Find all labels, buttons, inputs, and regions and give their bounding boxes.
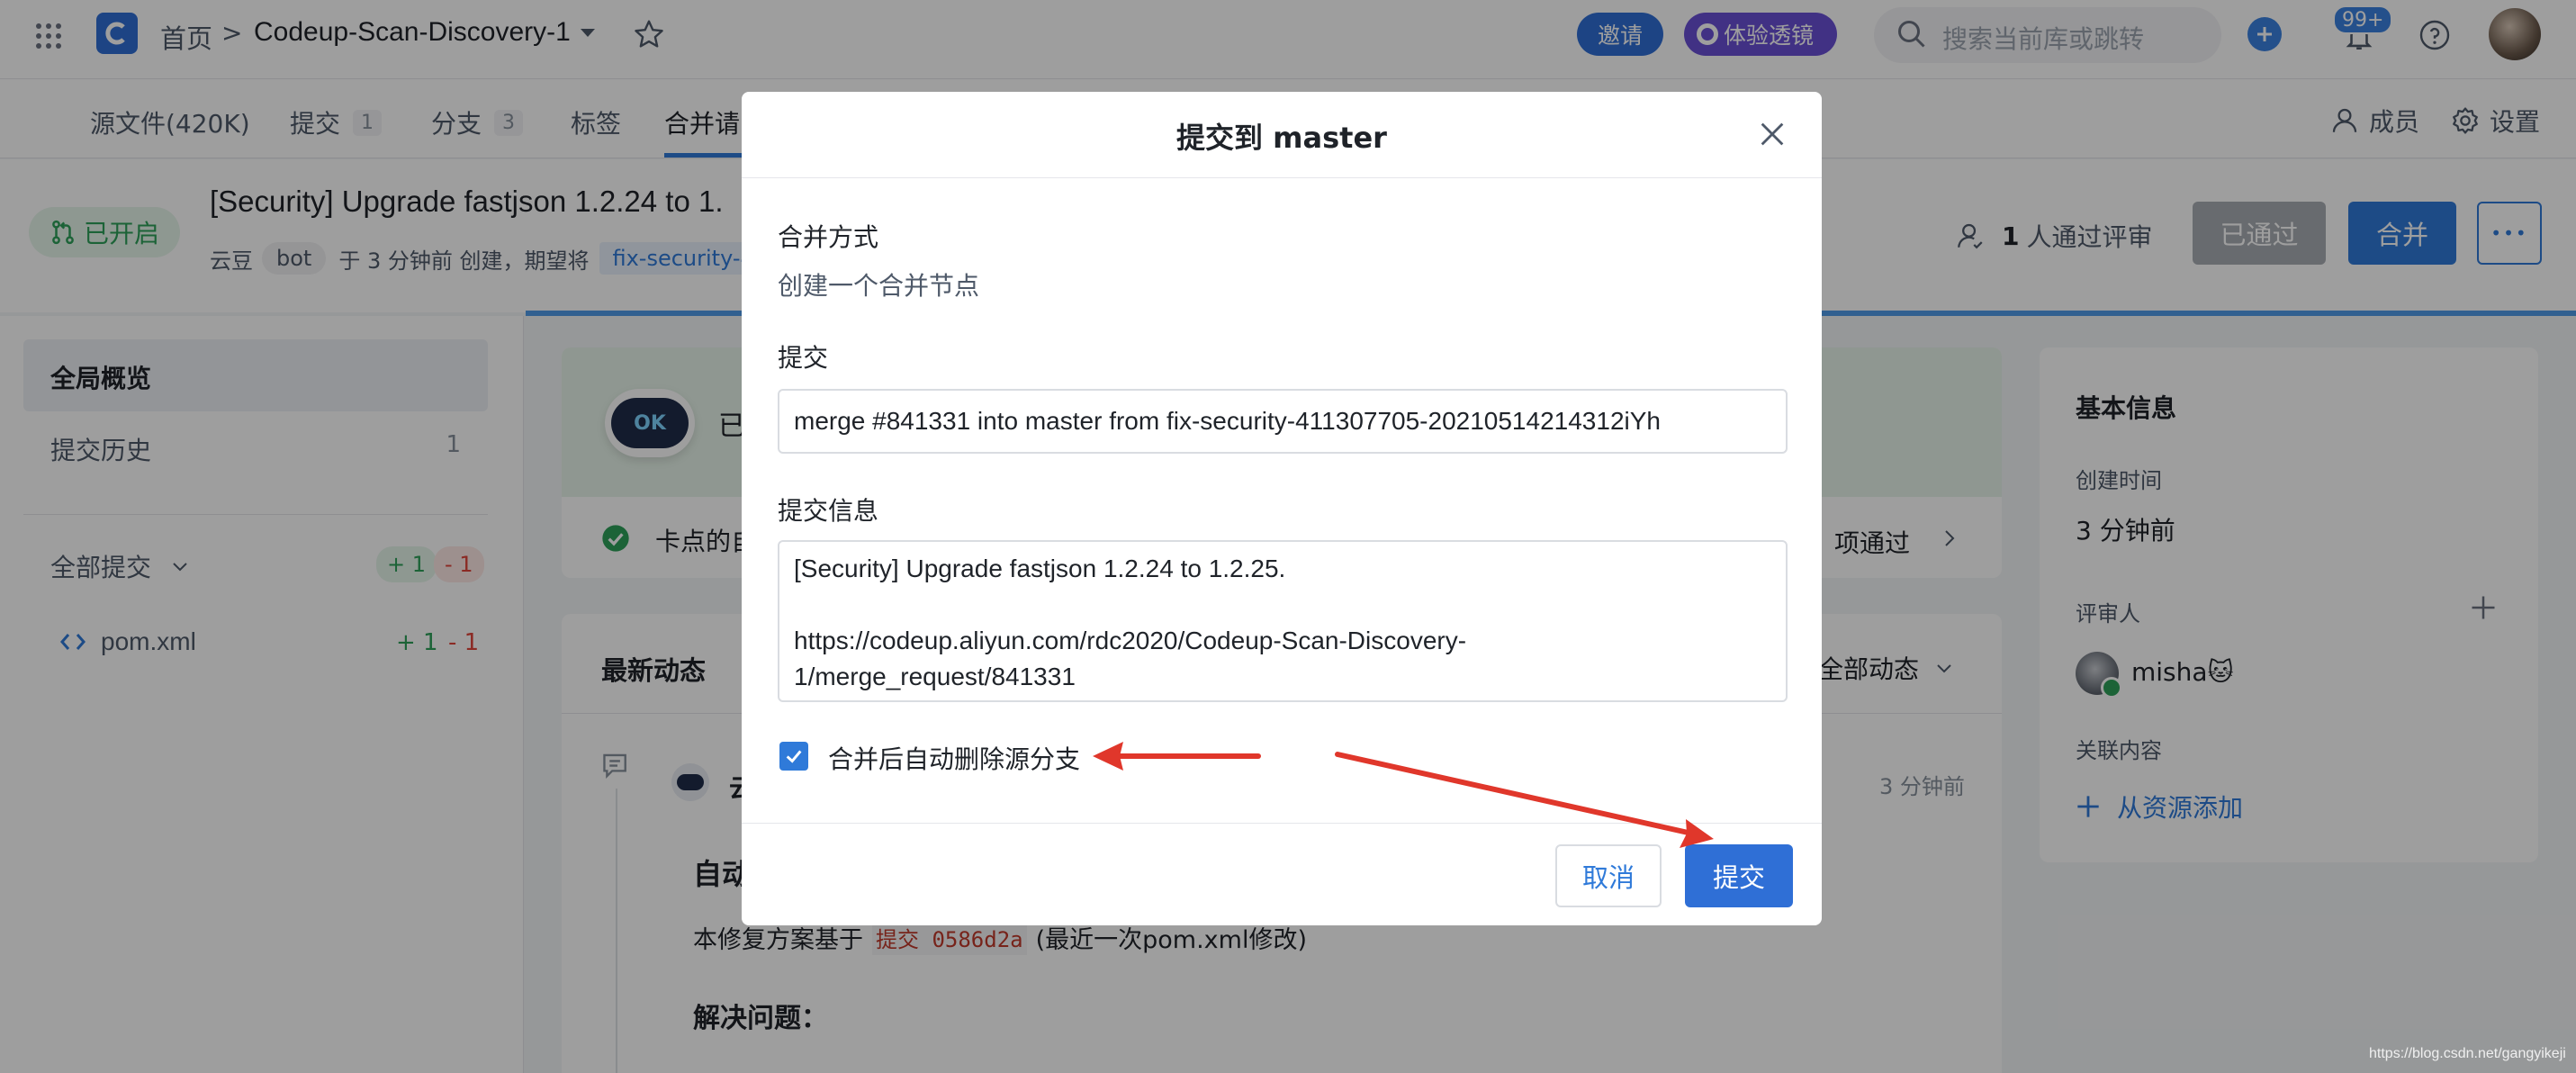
- arrow-to-checkbox: [1093, 742, 1261, 771]
- arrow-to-submit: [1335, 752, 1714, 848]
- watermark: https://blog.csdn.net/gangyikeji: [2369, 1046, 2566, 1061]
- annotation-arrows: [1093, 742, 1714, 848]
